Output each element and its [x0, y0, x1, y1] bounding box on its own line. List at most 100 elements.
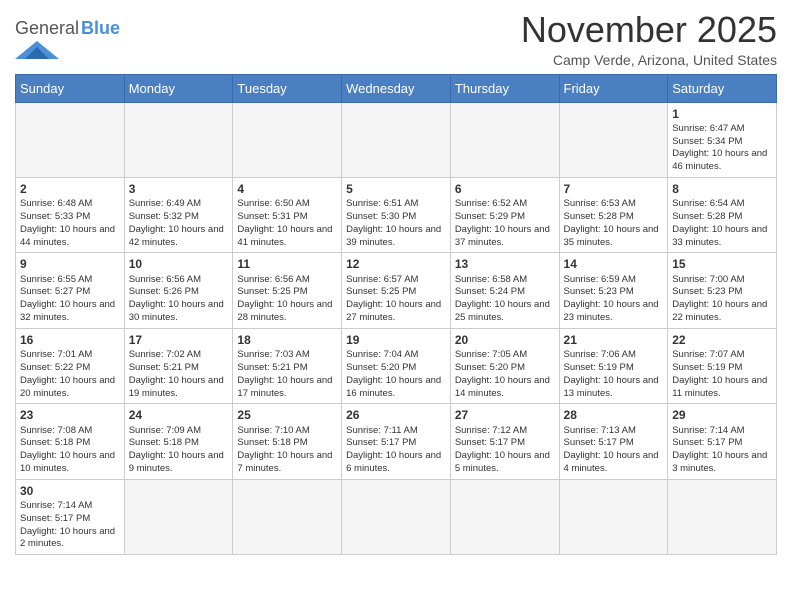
calendar-cell: 2Sunrise: 6:48 AM Sunset: 5:33 PM Daylig… — [16, 178, 125, 253]
calendar-cell: 9Sunrise: 6:55 AM Sunset: 5:27 PM Daylig… — [16, 253, 125, 328]
day-info: Sunrise: 6:53 AM Sunset: 5:28 PM Dayligh… — [564, 198, 664, 249]
day-number: 8 — [672, 181, 772, 197]
day-info: Sunrise: 6:51 AM Sunset: 5:30 PM Dayligh… — [346, 198, 446, 249]
calendar-cell: 17Sunrise: 7:02 AM Sunset: 5:21 PM Dayli… — [124, 328, 233, 403]
calendar-cell: 5Sunrise: 6:51 AM Sunset: 5:30 PM Daylig… — [342, 178, 451, 253]
day-number: 10 — [129, 256, 229, 272]
day-number: 14 — [564, 256, 664, 272]
day-info: Sunrise: 6:48 AM Sunset: 5:33 PM Dayligh… — [20, 198, 120, 249]
week-row-2: 2Sunrise: 6:48 AM Sunset: 5:33 PM Daylig… — [16, 178, 777, 253]
page-header: General Blue November 2025 Camp Verde, A… — [15, 10, 777, 68]
day-number: 19 — [346, 332, 446, 348]
day-info: Sunrise: 6:50 AM Sunset: 5:31 PM Dayligh… — [237, 198, 337, 249]
day-number: 16 — [20, 332, 120, 348]
day-number: 3 — [129, 181, 229, 197]
calendar-cell: 18Sunrise: 7:03 AM Sunset: 5:21 PM Dayli… — [233, 328, 342, 403]
day-info: Sunrise: 6:56 AM Sunset: 5:25 PM Dayligh… — [237, 274, 337, 325]
day-number: 2 — [20, 181, 120, 197]
calendar-table: SundayMondayTuesdayWednesdayThursdayFrid… — [15, 74, 777, 556]
calendar-cell: 13 Sunrise: 6:58 AM Sunset: 5:24 PM Dayli… — [450, 253, 559, 328]
day-number: 26 — [346, 407, 446, 423]
month-title: November 2025 — [521, 10, 777, 50]
calendar-cell: 25 Sunrise: 7:10 AM Sunset: 5:18 PM Dayli… — [233, 404, 342, 479]
calendar-cell — [342, 479, 451, 554]
calendar-cell: 8Sunrise: 6:54 AM Sunset: 5:28 PM Daylig… — [668, 178, 777, 253]
calendar-cell: 19Sunrise: 7:04 AM Sunset: 5:20 PM Dayli… — [342, 328, 451, 403]
day-info: Sunrise: 7:01 AM Sunset: 5:22 PM Dayligh… — [20, 349, 120, 400]
calendar-cell — [124, 479, 233, 554]
calendar-cell: 14 Sunrise: 6:59 AM Sunset: 5:23 PM Dayli… — [559, 253, 668, 328]
location-subtitle: Camp Verde, Arizona, United States — [521, 52, 777, 68]
calendar-cell — [342, 102, 451, 177]
day-info: Sunrise: 7:12 AM Sunset: 5:17 PM Dayligh… — [455, 425, 555, 476]
day-number: 15 — [672, 256, 772, 272]
day-info: Sunrise: 7:10 AM Sunset: 5:18 PM Dayligh… — [237, 425, 337, 476]
day-number: 11 — [237, 256, 337, 272]
calendar-cell: 22Sunrise: 7:07 AM Sunset: 5:19 PM Dayli… — [668, 328, 777, 403]
day-info: Sunrise: 7:14 AM Sunset: 5:17 PM Dayligh… — [20, 500, 120, 551]
calendar-cell: 29Sunrise: 7:14 AM Sunset: 5:17 PM Dayli… — [668, 404, 777, 479]
day-info: Sunrise: 6:55 AM Sunset: 5:27 PM Dayligh… — [20, 274, 120, 325]
calendar-cell — [124, 102, 233, 177]
day-info: Sunrise: 7:09 AM Sunset: 5:18 PM Dayligh… — [129, 425, 229, 476]
day-number: 17 — [129, 332, 229, 348]
calendar-cell: 11 Sunrise: 6:56 AM Sunset: 5:25 PM Dayli… — [233, 253, 342, 328]
calendar-cell: 23 Sunrise: 7:08 AM Sunset: 5:18 PM Dayli… — [16, 404, 125, 479]
day-number: 25 — [237, 407, 337, 423]
day-info: Sunrise: 6:49 AM Sunset: 5:32 PM Dayligh… — [129, 198, 229, 249]
calendar-cell: 16Sunrise: 7:01 AM Sunset: 5:22 PM Dayli… — [16, 328, 125, 403]
day-number: 7 — [564, 181, 664, 197]
calendar-cell: 21Sunrise: 7:06 AM Sunset: 5:19 PM Dayli… — [559, 328, 668, 403]
day-info: Sunrise: 7:04 AM Sunset: 5:20 PM Dayligh… — [346, 349, 446, 400]
day-info: Sunrise: 6:58 AM Sunset: 5:24 PM Dayligh… — [455, 274, 555, 325]
week-row-4: 16Sunrise: 7:01 AM Sunset: 5:22 PM Dayli… — [16, 328, 777, 403]
calendar-cell: 30Sunrise: 7:14 AM Sunset: 5:17 PM Dayli… — [16, 479, 125, 554]
logo-blue-text: Blue — [81, 18, 120, 39]
calendar-cell: 10Sunrise: 6:56 AM Sunset: 5:26 PM Dayli… — [124, 253, 233, 328]
day-number: 6 — [455, 181, 555, 197]
day-info: Sunrise: 7:14 AM Sunset: 5:17 PM Dayligh… — [672, 425, 772, 476]
day-number: 27 — [455, 407, 555, 423]
calendar-cell — [16, 102, 125, 177]
weekday-header-sunday: Sunday — [16, 74, 125, 102]
day-number: 23 — [20, 407, 120, 423]
calendar-cell: 15 Sunrise: 7:00 AM Sunset: 5:23 PM Dayli… — [668, 253, 777, 328]
week-row-6: 30Sunrise: 7:14 AM Sunset: 5:17 PM Dayli… — [16, 479, 777, 554]
week-row-3: 9Sunrise: 6:55 AM Sunset: 5:27 PM Daylig… — [16, 253, 777, 328]
calendar-cell: 27 Sunrise: 7:12 AM Sunset: 5:17 PM Dayli… — [450, 404, 559, 479]
calendar-cell — [233, 102, 342, 177]
weekday-header-monday: Monday — [124, 74, 233, 102]
day-number: 13 — [455, 256, 555, 272]
day-info: Sunrise: 7:11 AM Sunset: 5:17 PM Dayligh… — [346, 425, 446, 476]
day-number: 5 — [346, 181, 446, 197]
day-info: Sunrise: 6:54 AM Sunset: 5:28 PM Dayligh… — [672, 198, 772, 249]
calendar-cell — [668, 479, 777, 554]
calendar-cell: 28 Sunrise: 7:13 AM Sunset: 5:17 PM Dayli… — [559, 404, 668, 479]
calendar-cell — [559, 479, 668, 554]
calendar-cell: 24Sunrise: 7:09 AM Sunset: 5:18 PM Dayli… — [124, 404, 233, 479]
day-info: Sunrise: 6:59 AM Sunset: 5:23 PM Dayligh… — [564, 274, 664, 325]
day-number: 1 — [672, 106, 772, 122]
day-info: Sunrise: 7:08 AM Sunset: 5:18 PM Dayligh… — [20, 425, 120, 476]
logo: General Blue — [15, 10, 120, 64]
day-number: 21 — [564, 332, 664, 348]
day-info: Sunrise: 6:57 AM Sunset: 5:25 PM Dayligh… — [346, 274, 446, 325]
day-number: 20 — [455, 332, 555, 348]
logo-general-text: General — [15, 18, 79, 39]
calendar-cell: 26 Sunrise: 7:11 AM Sunset: 5:17 PM Dayli… — [342, 404, 451, 479]
calendar-cell — [233, 479, 342, 554]
day-info: Sunrise: 7:00 AM Sunset: 5:23 PM Dayligh… — [672, 274, 772, 325]
day-info: Sunrise: 6:52 AM Sunset: 5:29 PM Dayligh… — [455, 198, 555, 249]
weekday-header-row: SundayMondayTuesdayWednesdayThursdayFrid… — [16, 74, 777, 102]
calendar-cell: 20Sunrise: 7:05 AM Sunset: 5:20 PM Dayli… — [450, 328, 559, 403]
day-number: 28 — [564, 407, 664, 423]
day-info: Sunrise: 7:13 AM Sunset: 5:17 PM Dayligh… — [564, 425, 664, 476]
day-number: 12 — [346, 256, 446, 272]
week-row-5: 23 Sunrise: 7:08 AM Sunset: 5:18 PM Dayli… — [16, 404, 777, 479]
weekday-header-tuesday: Tuesday — [233, 74, 342, 102]
calendar-cell: 6Sunrise: 6:52 AM Sunset: 5:29 PM Daylig… — [450, 178, 559, 253]
calendar-cell: 1Sunrise: 6:47 AM Sunset: 5:34 PM Daylig… — [668, 102, 777, 177]
calendar-cell: 12 Sunrise: 6:57 AM Sunset: 5:25 PM Dayli… — [342, 253, 451, 328]
day-number: 18 — [237, 332, 337, 348]
logo-icon — [15, 41, 59, 64]
